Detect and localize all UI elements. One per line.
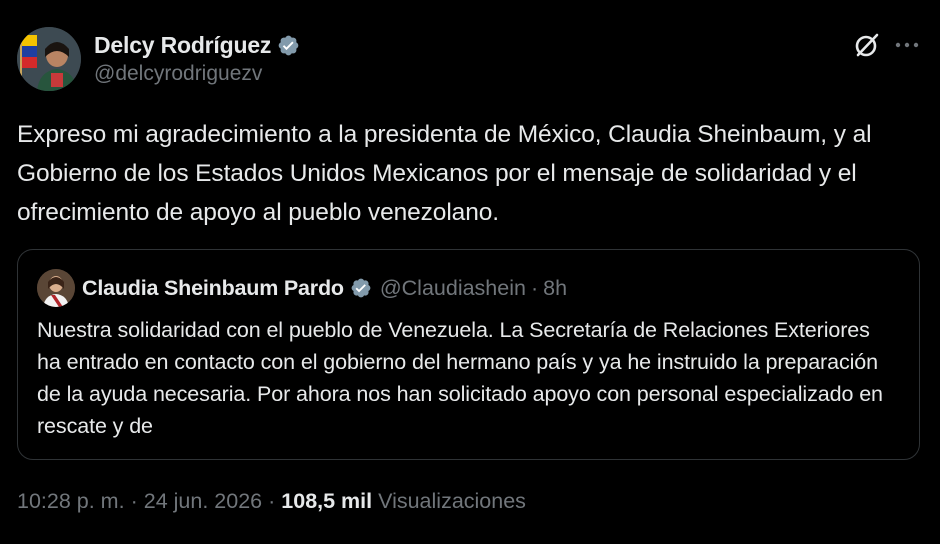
more-icon[interactable]: [894, 31, 920, 59]
quoted-tweet-text: Nuestra solidaridad con el pueblo de Ven…: [37, 318, 883, 438]
grok-icon[interactable]: [853, 31, 881, 59]
tweet-time[interactable]: 10:28 p. m.: [17, 489, 125, 514]
tweet-date[interactable]: 24 jun. 2026: [144, 489, 262, 514]
meta-separator: ·: [130, 489, 138, 513]
verified-badge-icon: [278, 35, 299, 55]
quoted-handle: @Claudiashein: [379, 275, 526, 300]
quoted-timestamp: 8h: [543, 275, 568, 300]
tweet-text: Expreso mi agradecimiento a la president…: [17, 121, 872, 226]
meta-separator: ·: [268, 489, 276, 513]
author-display-name[interactable]: Delcy Rodríguez: [94, 32, 271, 59]
author-name-row: Delcy Rodríguez: [94, 30, 300, 60]
verified-badge-icon: [351, 278, 371, 298]
quoted-separator: ·: [530, 275, 539, 300]
quoted-header: Claudia Sheinbaum Pardo @Claudiashein · …: [82, 272, 567, 304]
tweet-detail: Delcy Rodríguez @delcyrodriguezv Expreso…: [0, 0, 940, 544]
quoted-tweet-card[interactable]: Claudia Sheinbaum Pardo @Claudiashein · …: [17, 249, 920, 460]
quoted-author-avatar: [37, 269, 75, 307]
views-count: 108,5 mil: [281, 489, 373, 513]
author-handle[interactable]: @delcyrodriguezv: [94, 62, 262, 86]
tweet-meta: 10:28 p. m. · 24 jun. 2026 · 108,5 mil V…: [17, 489, 526, 514]
quoted-display-name: Claudia Sheinbaum Pardo: [82, 275, 344, 300]
views-label: Visualizaciones: [378, 489, 526, 513]
author-avatar[interactable]: [17, 27, 81, 91]
